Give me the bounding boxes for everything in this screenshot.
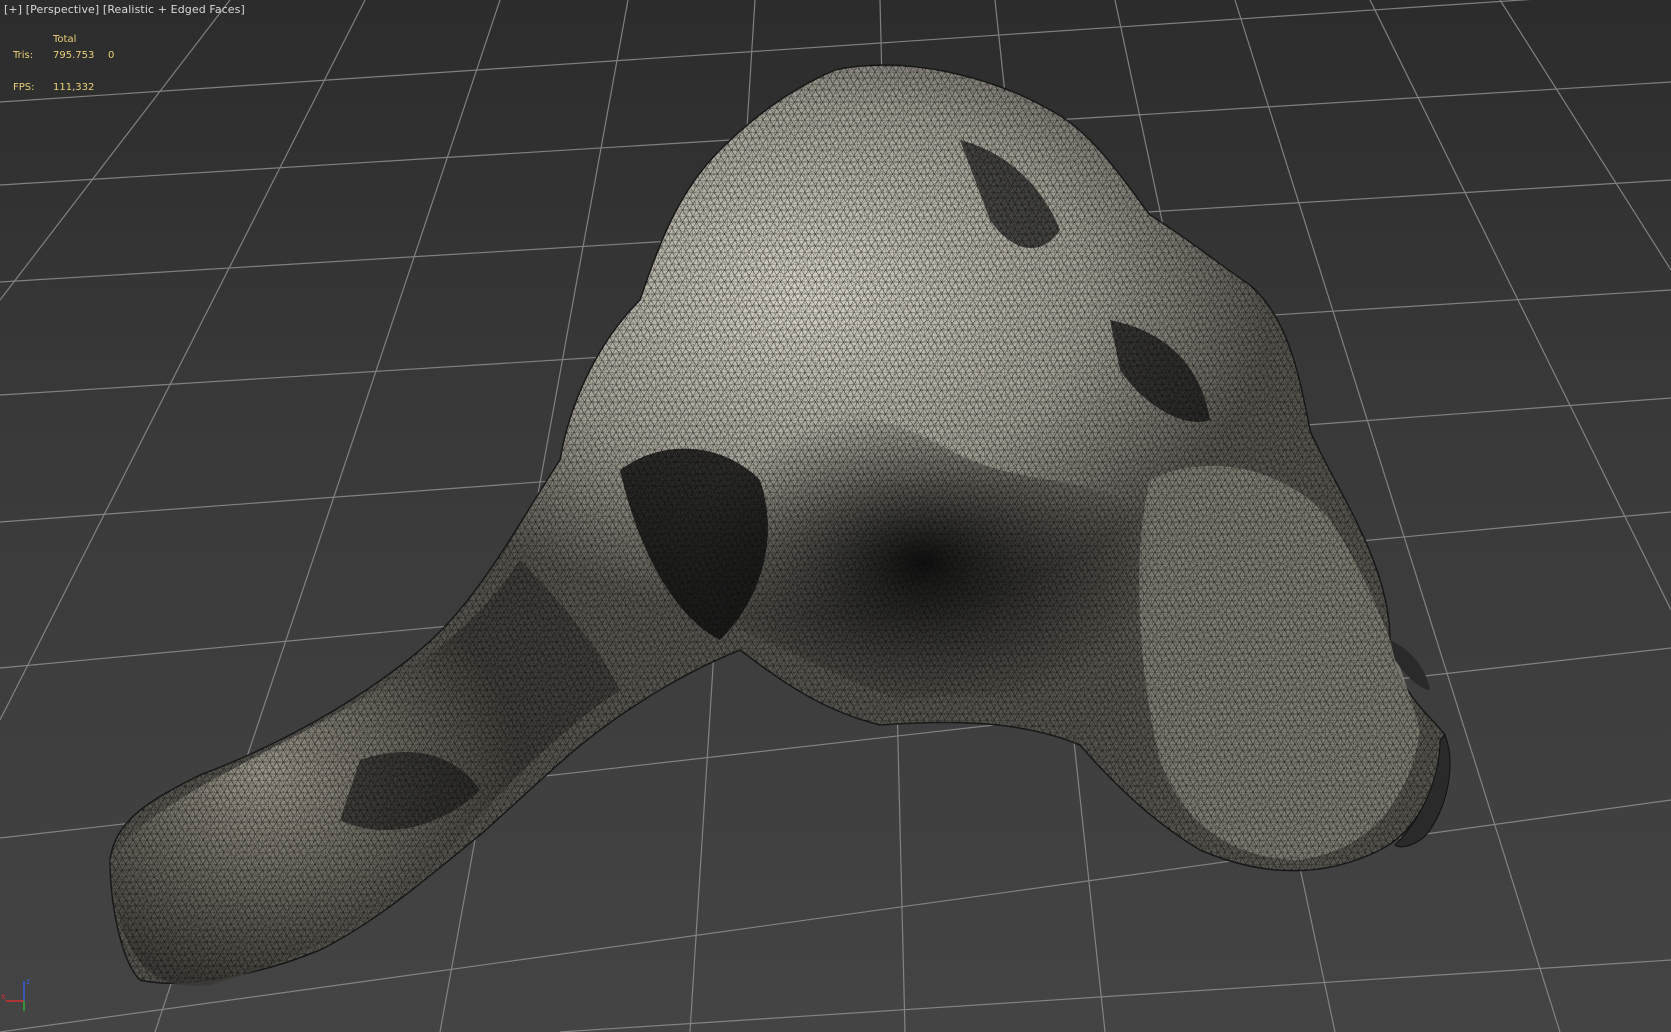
view-mode-button[interactable]: [Perspective] bbox=[26, 3, 100, 16]
shading-mode-button[interactable]: [Realistic + Edged Faces] bbox=[103, 3, 245, 16]
x-axis-label: x bbox=[1, 992, 6, 1001]
scanned-mesh-object bbox=[109, 64, 1451, 986]
stats-column-header: Total bbox=[53, 34, 77, 45]
viewport-menu-button[interactable]: [+] bbox=[4, 3, 22, 16]
stats-tris-value: 795.753 bbox=[53, 50, 95, 61]
z-axis-label: z bbox=[26, 977, 30, 986]
viewport-scene[interactable] bbox=[0, 0, 1671, 1032]
stats-tris-label: Tris: bbox=[13, 50, 34, 61]
stats-tris-selected: 0 bbox=[108, 50, 115, 61]
perspective-viewport[interactable]: [+] [Perspective] [Realistic + Edged Fac… bbox=[0, 0, 1671, 1032]
stats-fps-label: FPS: bbox=[13, 82, 35, 93]
stats-fps-value: 111,332 bbox=[53, 82, 95, 93]
axis-gizmo-icon: z x bbox=[1, 977, 30, 1011]
viewport-label: [+] [Perspective] [Realistic + Edged Fac… bbox=[4, 3, 245, 16]
